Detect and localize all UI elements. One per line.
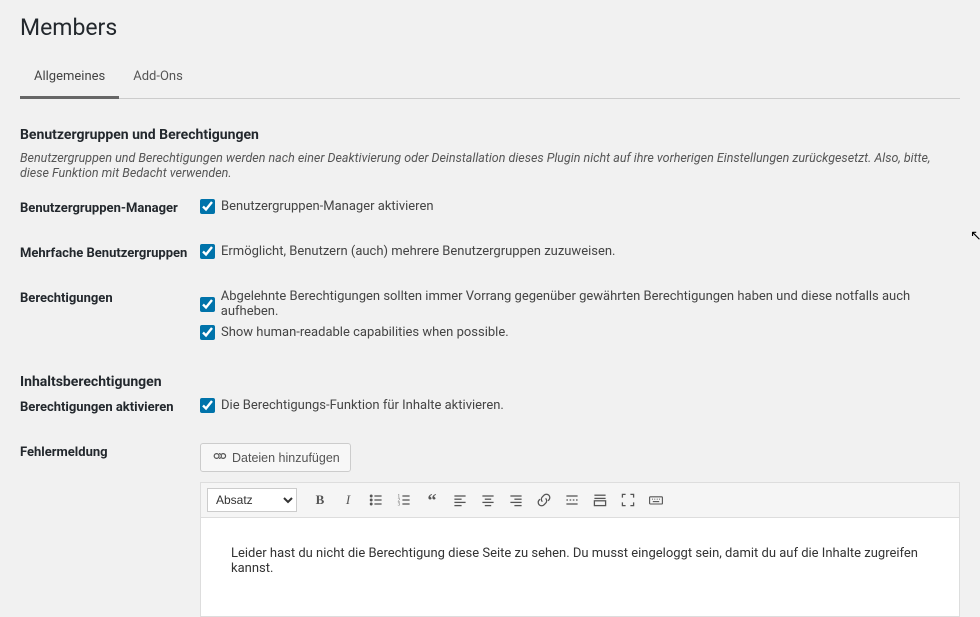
editor: Absatz B I 123 “	[200, 482, 960, 617]
numbered-list-button[interactable]: 123	[391, 487, 417, 513]
checkbox-role-manager[interactable]	[200, 199, 215, 214]
checkbox-enable-permissions[interactable]	[200, 398, 215, 413]
checkbox-deny-priority[interactable]	[200, 297, 215, 312]
checkbox-label-role-manager: Benutzergruppen-Manager aktivieren	[221, 199, 434, 214]
section-heading-roles: Benutzergruppen und Berechtigungen	[20, 127, 960, 143]
svg-text:3: 3	[398, 503, 401, 508]
checkbox-label-human-readable: Show human-readable capabilities when po…	[221, 325, 509, 340]
checkbox-label-enable-permissions: Die Berechtigungs-Funktion für Inhalte a…	[221, 398, 504, 413]
label-multiple-roles: Mehrfache Benutzergruppen	[20, 244, 200, 261]
section-heading-content: Inhaltsberechtigungen	[20, 374, 960, 390]
format-select[interactable]: Absatz	[207, 488, 297, 512]
label-role-manager: Benutzergruppen-Manager	[20, 199, 200, 216]
checkbox-human-readable[interactable]	[200, 325, 215, 340]
checkbox-line-deny-priority[interactable]: Abgelehnte Berechtigungen sollten immer …	[200, 289, 960, 319]
checkbox-label-deny-priority: Abgelehnte Berechtigungen sollten immer …	[221, 289, 960, 319]
link-button[interactable]	[531, 487, 557, 513]
section-description-roles: Benutzergruppen und Berechtigungen werde…	[20, 151, 960, 181]
checkbox-line-multiple-roles[interactable]: Ermöglicht, Benutzern (auch) mehrere Ben…	[200, 244, 960, 259]
checkbox-line-role-manager[interactable]: Benutzergruppen-Manager aktivieren	[200, 199, 960, 214]
label-enable-permissions: Berechtigungen aktivieren	[20, 398, 200, 415]
row-role-manager: Benutzergruppen-Manager Benutzergruppen-…	[20, 199, 960, 220]
bold-button[interactable]: B	[307, 487, 333, 513]
toolbar-toggle-button[interactable]	[587, 487, 613, 513]
add-media-button[interactable]: Dateien hinzufügen	[200, 443, 351, 472]
italic-button[interactable]: I	[335, 487, 361, 513]
checkbox-multiple-roles[interactable]	[200, 244, 215, 259]
align-right-button[interactable]	[503, 487, 529, 513]
editor-toolbar: Absatz B I 123 “	[200, 482, 960, 517]
checkbox-label-multiple-roles: Ermöglicht, Benutzern (auch) mehrere Ben…	[221, 244, 615, 259]
bulleted-list-button[interactable]	[363, 487, 389, 513]
media-icon	[211, 448, 227, 467]
checkbox-line-enable-permissions[interactable]: Die Berechtigungs-Funktion für Inhalte a…	[200, 398, 960, 413]
row-enable-permissions: Berechtigungen aktivieren Die Berechtigu…	[20, 398, 960, 419]
align-center-button[interactable]	[475, 487, 501, 513]
checkbox-line-human-readable[interactable]: Show human-readable capabilities when po…	[200, 325, 960, 340]
keyboard-button[interactable]	[643, 487, 669, 513]
fullscreen-button[interactable]	[615, 487, 641, 513]
editor-content[interactable]: Leider hast du nicht die Berechtigung di…	[200, 517, 960, 617]
add-media-label: Dateien hinzufügen	[232, 451, 340, 465]
align-left-button[interactable]	[447, 487, 473, 513]
blockquote-button[interactable]: “	[419, 487, 445, 513]
page-title: Members	[20, 14, 960, 41]
row-permissions: Berechtigungen Abgelehnte Berechtigungen…	[20, 289, 960, 346]
tab-general[interactable]: Allgemeines	[20, 59, 119, 99]
insert-more-button[interactable]	[559, 487, 585, 513]
tab-addons[interactable]: Add-Ons	[119, 59, 197, 99]
row-error-message: Fehlermeldung Dateien hinzufügen Absatz …	[20, 443, 960, 617]
tabs-nav: Allgemeines Add-Ons	[20, 59, 960, 99]
label-permissions: Berechtigungen	[20, 289, 200, 306]
row-multiple-roles: Mehrfache Benutzergruppen Ermöglicht, Be…	[20, 244, 960, 265]
label-error-message: Fehlermeldung	[20, 443, 200, 460]
